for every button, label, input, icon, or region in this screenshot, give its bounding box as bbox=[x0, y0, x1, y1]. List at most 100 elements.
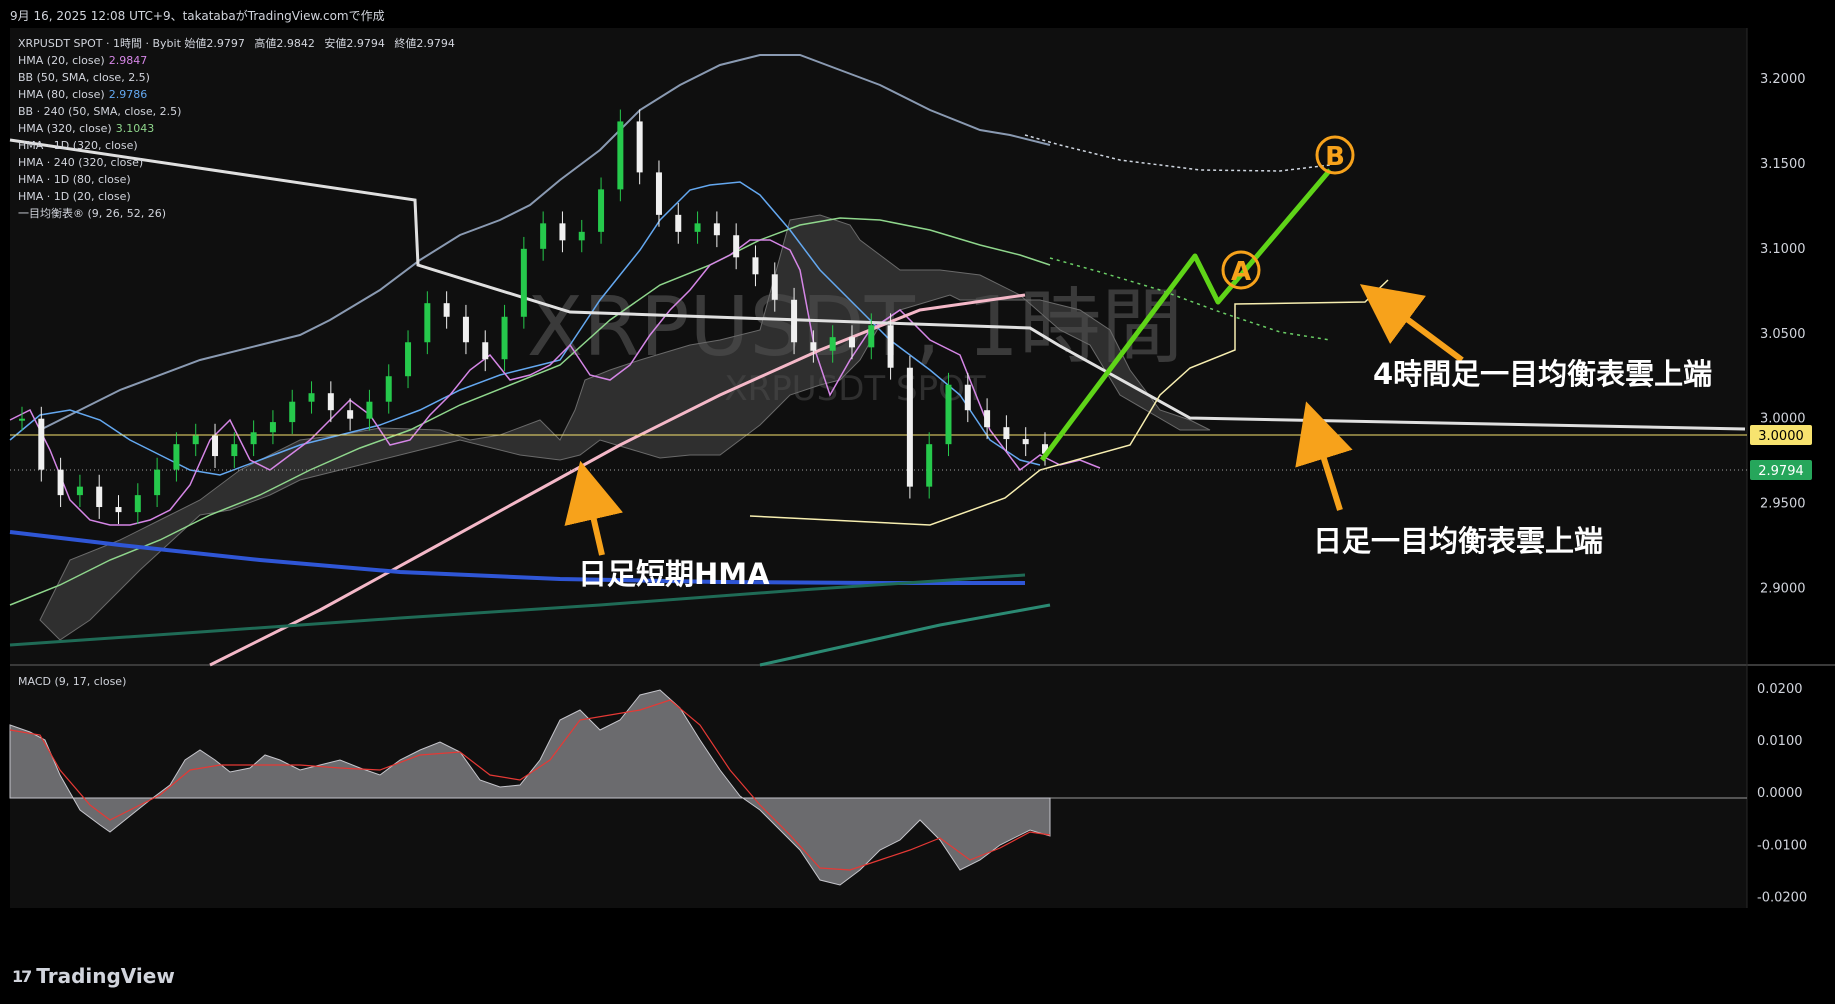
candle-body[interactable] bbox=[250, 432, 257, 445]
indicator-label: HMA (20, close) bbox=[18, 54, 105, 67]
candle-body[interactable] bbox=[675, 214, 682, 232]
macd-tick-label: -0.0100 bbox=[1757, 838, 1807, 853]
indicator-row[interactable]: 一目均衡表® (9, 26, 52, 26) bbox=[18, 205, 461, 222]
price-tick-label: 3.0500 bbox=[1760, 327, 1806, 342]
candle-body[interactable] bbox=[289, 401, 296, 423]
candle-body[interactable] bbox=[887, 325, 894, 368]
candle-body[interactable] bbox=[598, 189, 605, 232]
indicator-value: 3.1043 bbox=[115, 122, 155, 135]
indicator-label: HMA · 1D (320, close) bbox=[18, 139, 138, 152]
candle-body[interactable] bbox=[385, 376, 392, 402]
ohlc-item: 高値2.9842 bbox=[254, 37, 315, 50]
candle-body[interactable] bbox=[733, 235, 740, 258]
price-axis[interactable]: 3.2000 3.1500 3.1000 3.0500 3.0000 2.9500 2.90… bbox=[1760, 72, 1806, 597]
macd-legend: MACD (9, 17, close) bbox=[18, 675, 127, 688]
price-badge-text: 2.9794 bbox=[1758, 464, 1804, 479]
candle-body[interactable] bbox=[617, 121, 624, 190]
indicator-row[interactable]: BB (50, SMA, close, 2.5) bbox=[18, 69, 461, 86]
indicator-row[interactable]: HMA · 1D (20, close) bbox=[18, 188, 461, 205]
candle-body[interactable] bbox=[945, 384, 952, 445]
candle-body[interactable] bbox=[443, 303, 450, 317]
tradingview-logo[interactable]: 17 TradingView bbox=[12, 964, 175, 988]
price-tick-label: 3.1500 bbox=[1760, 157, 1806, 172]
indicator-label: HMA (80, close) bbox=[18, 88, 105, 101]
indicator-value: 2.9847 bbox=[108, 54, 148, 67]
level-badge-text: 3.0000 bbox=[1758, 429, 1804, 444]
candle-body[interactable] bbox=[655, 172, 662, 215]
candle-body[interactable] bbox=[964, 384, 971, 411]
wave-a-label: A bbox=[1231, 257, 1251, 287]
candle-body[interactable] bbox=[308, 393, 315, 402]
candle-body[interactable] bbox=[540, 223, 547, 249]
candle-body[interactable] bbox=[134, 495, 141, 513]
candle-body[interactable] bbox=[713, 223, 720, 236]
indicator-row[interactable]: HMA · 1D (80, close) bbox=[18, 171, 461, 188]
candle-body[interactable] bbox=[405, 342, 412, 377]
candle-body[interactable] bbox=[269, 422, 276, 433]
indicator-row[interactable]: HMA · 1D (320, close) bbox=[18, 137, 461, 154]
label-d1-cloud: 日足一目均衡表雲上端 bbox=[1313, 524, 1603, 558]
candle-body[interactable] bbox=[212, 435, 219, 457]
indicator-value: 2.9786 bbox=[108, 88, 148, 101]
macd-axis[interactable]: 0.0200 0.0100 0.0000 -0.0100 -0.0200 bbox=[1757, 682, 1807, 906]
indicator-label: BB (50, SMA, close, 2.5) bbox=[18, 71, 150, 84]
candle-body[interactable] bbox=[76, 486, 83, 496]
candle-body[interactable] bbox=[848, 337, 855, 348]
indicator-label: BB · 240 (50, SMA, close, 2.5) bbox=[18, 105, 182, 118]
candle-body[interactable] bbox=[327, 393, 334, 411]
indicator-label: HMA · 1D (20, close) bbox=[18, 190, 131, 203]
candle-body[interactable] bbox=[771, 274, 778, 300]
candle-body[interactable] bbox=[984, 410, 991, 428]
indicator-row[interactable]: HMA · 240 (320, close) bbox=[18, 154, 461, 171]
arrow-daily-hma bbox=[564, 460, 623, 556]
candle-body[interactable] bbox=[694, 223, 701, 232]
candle-body[interactable] bbox=[192, 435, 199, 445]
candle-body[interactable] bbox=[366, 401, 373, 419]
candle-body[interactable] bbox=[791, 299, 798, 343]
candle-body[interactable] bbox=[424, 303, 431, 343]
indicator-row[interactable]: HMA (80, close) 2.9786 bbox=[18, 86, 461, 103]
candle-body[interactable] bbox=[57, 469, 64, 496]
candle-body[interactable] bbox=[347, 410, 354, 419]
candle-body[interactable] bbox=[752, 257, 759, 275]
candle-body[interactable] bbox=[829, 337, 836, 351]
price-tick-label: 3.2000 bbox=[1760, 72, 1806, 87]
candle-body[interactable] bbox=[154, 469, 161, 496]
arrow-h4-cloud bbox=[1359, 284, 1464, 363]
candle-body[interactable] bbox=[520, 248, 527, 317]
macd-tick-label: 0.0000 bbox=[1757, 786, 1803, 801]
candle-body[interactable] bbox=[810, 342, 817, 351]
hma-240-320 bbox=[9, 573, 1026, 647]
indicator-row[interactable]: HMA (320, close) 3.1043 bbox=[18, 120, 461, 137]
candle-body[interactable] bbox=[482, 342, 489, 360]
indicator-row[interactable]: HMA (20, close) 2.9847 bbox=[18, 52, 461, 69]
candle-body[interactable] bbox=[868, 325, 875, 348]
ohlc-item: 始値2.9797 bbox=[184, 37, 245, 50]
candle-body[interactable] bbox=[906, 367, 913, 487]
candle-body[interactable] bbox=[231, 444, 238, 457]
candle-body[interactable] bbox=[462, 316, 469, 343]
candle-body[interactable] bbox=[19, 418, 25, 421]
ohlc-values: 始値2.9797 高値2.9842 安値2.9794 終値2.9794 bbox=[184, 37, 461, 50]
candle-body[interactable] bbox=[501, 316, 508, 360]
bollinger-upper-projection bbox=[1024, 134, 1331, 172]
candle-body[interactable] bbox=[636, 121, 643, 173]
candle-body[interactable] bbox=[115, 507, 122, 513]
indicator-list: HMA (20, close) 2.9847 BB (50, SMA, close,… bbox=[18, 52, 461, 222]
candle-body[interactable] bbox=[559, 223, 566, 241]
candle-body[interactable] bbox=[173, 444, 180, 470]
candle-body[interactable] bbox=[926, 444, 933, 487]
chart-legend: XRPUSDT SPOT · 1時間 · Bybit 始値2.9797 高値2.… bbox=[18, 35, 461, 222]
macd-tick-label: 0.0200 bbox=[1757, 682, 1803, 697]
candle-body[interactable] bbox=[1022, 439, 1029, 445]
candle-body[interactable] bbox=[1003, 427, 1010, 440]
label-h4-cloud: 4時間足一目均衡表雲上端 bbox=[1373, 357, 1712, 391]
indicator-label: HMA (320, close) bbox=[18, 122, 112, 135]
tradingview-mark-icon: 17 bbox=[12, 966, 32, 986]
candle-body[interactable] bbox=[38, 418, 45, 470]
indicator-row[interactable]: BB · 240 (50, SMA, close, 2.5) bbox=[18, 103, 461, 120]
price-tick-label: 2.9500 bbox=[1760, 497, 1806, 512]
candle-body[interactable] bbox=[578, 231, 585, 241]
candle-body[interactable] bbox=[96, 486, 103, 508]
indicator-label: 一目均衡表® (9, 26, 52, 26) bbox=[18, 207, 167, 220]
